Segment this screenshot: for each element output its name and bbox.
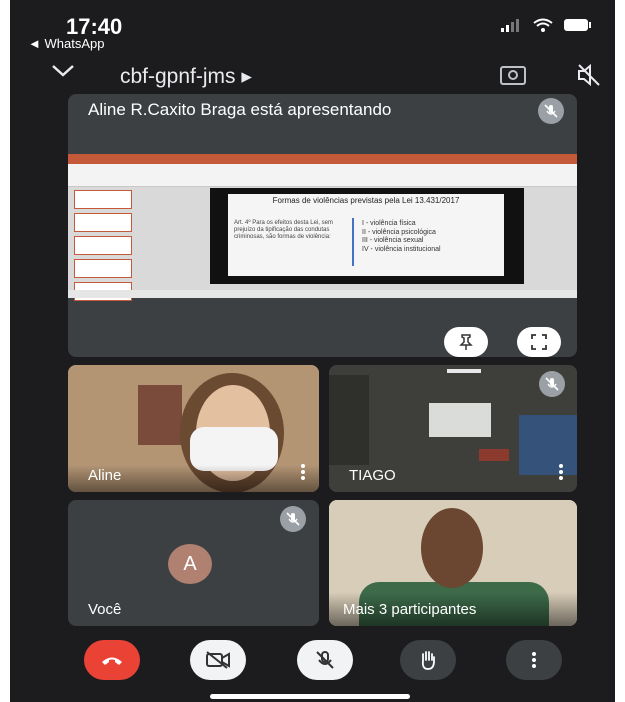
current-slide: Formas de violências previstas pela Lei … bbox=[210, 188, 524, 284]
wifi-icon bbox=[533, 18, 553, 32]
camera-toggle-button[interactable] bbox=[190, 640, 246, 680]
status-icons bbox=[501, 18, 593, 32]
slide-list-item: IV - violência institucional bbox=[362, 245, 441, 253]
mic-off-icon bbox=[539, 371, 565, 397]
participant-tile-tiago[interactable]: TIAGO bbox=[329, 365, 577, 492]
speaker-off-icon[interactable] bbox=[576, 62, 602, 88]
more-vert-icon[interactable] bbox=[559, 464, 563, 482]
mic-off-icon bbox=[280, 506, 306, 532]
signal-icon bbox=[501, 19, 519, 32]
ppt-toolbar bbox=[68, 164, 577, 187]
slide-title: Formas de violências previstas pela Lei … bbox=[272, 196, 460, 205]
raise-hand-button[interactable] bbox=[400, 640, 456, 680]
presenter-label: Aline R.Caxito Braga está apresentando bbox=[88, 100, 392, 119]
participant-name: Você bbox=[88, 601, 122, 618]
slide-thumbnail bbox=[74, 236, 132, 255]
participant-name: Aline bbox=[88, 467, 122, 484]
meeting-header: cbf-gpnf-jms ▸ bbox=[10, 60, 615, 94]
slide-left-text: Art. 4º Para os efeitos desta Lei, sem p… bbox=[234, 220, 333, 240]
participant-tile-self[interactable]: A Você bbox=[68, 500, 319, 626]
slide-thumbnail bbox=[74, 190, 132, 209]
slide-content: Formas de violências previstas pela Lei … bbox=[228, 194, 504, 276]
more-vert-icon[interactable] bbox=[301, 464, 305, 482]
bookshelf bbox=[138, 385, 182, 445]
participant-name: TIAGO bbox=[349, 467, 396, 484]
pin-icon bbox=[459, 334, 473, 350]
end-call-button[interactable] bbox=[84, 640, 140, 680]
mic-off-icon bbox=[538, 98, 564, 124]
fullscreen-icon bbox=[531, 334, 547, 350]
participant-face bbox=[421, 508, 483, 588]
slide-divider bbox=[352, 218, 354, 266]
slide-list: I - violência física II - violência psic… bbox=[362, 220, 502, 254]
home-indicator[interactable] bbox=[210, 694, 410, 699]
fullscreen-button[interactable] bbox=[517, 327, 561, 357]
phone-screen: 17:40 ◄ WhatsApp cbf-gpnf-jms ▸ Aline R.… bbox=[10, 0, 615, 702]
chevron-down-icon[interactable] bbox=[50, 60, 76, 80]
cabinet bbox=[519, 415, 577, 475]
slide-list-item: III - violência sexual bbox=[362, 237, 424, 244]
slide-list-item: I - violência física bbox=[362, 220, 416, 227]
mic-toggle-button[interactable] bbox=[297, 640, 353, 680]
avatar: A bbox=[168, 544, 212, 584]
video-off-icon bbox=[206, 651, 230, 669]
more-options-button[interactable] bbox=[506, 640, 562, 680]
call-controls bbox=[10, 640, 615, 690]
back-to-whatsapp[interactable]: ◄ WhatsApp bbox=[28, 36, 104, 51]
ppt-ribbon bbox=[68, 154, 577, 164]
participant-tile-more[interactable]: Mais 3 participantes bbox=[329, 500, 577, 626]
slide-list-item: II - violência psicológica bbox=[362, 228, 436, 236]
camera-flip-icon[interactable] bbox=[498, 62, 528, 88]
slide-thumbnail bbox=[74, 259, 132, 278]
pin-button[interactable] bbox=[444, 327, 488, 357]
chair bbox=[479, 449, 509, 461]
ceiling-light bbox=[447, 369, 481, 373]
slide-thumbnails bbox=[74, 190, 134, 301]
battery-icon bbox=[564, 19, 591, 31]
end-call-icon bbox=[102, 657, 122, 665]
window bbox=[429, 403, 491, 437]
raise-hand-icon bbox=[421, 651, 435, 670]
wall-shelf bbox=[329, 375, 369, 465]
more-vert-icon bbox=[532, 652, 536, 668]
shared-screen: Formas de violências previstas pela Lei … bbox=[68, 154, 577, 301]
ppt-statusbar bbox=[68, 290, 577, 298]
slide-thumbnail bbox=[74, 213, 132, 232]
meeting-code[interactable]: cbf-gpnf-jms ▸ bbox=[120, 64, 252, 89]
participant-tile-aline[interactable]: Aline bbox=[68, 365, 319, 492]
mic-off-icon bbox=[316, 651, 334, 669]
more-participants-label: Mais 3 participantes bbox=[343, 601, 477, 618]
presentation-tile[interactable]: Aline R.Caxito Braga está apresentando F… bbox=[68, 94, 577, 357]
